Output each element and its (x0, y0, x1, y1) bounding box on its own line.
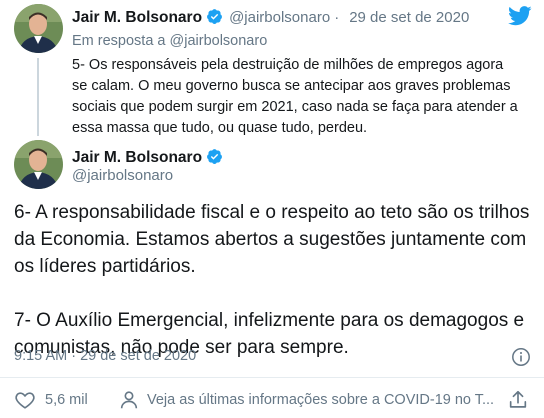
parent-tweet-header: Jair M. Bolsonaro @jairbolsonaro · 29 de se… (72, 8, 469, 29)
tweet-actions-bar: 5,6 mil Veja as últimas informações sobr… (14, 389, 534, 411)
author-name[interactable]: Jair M. Bolsonaro (72, 9, 202, 26)
share-icon[interactable] (507, 389, 529, 415)
main-tweet-text: 6- A responsabilidade fiscal e o respeit… (14, 202, 530, 358)
tweet-embed-card: Jair M. Bolsonaro @jairbolsonaro · 29 de se… (0, 0, 544, 418)
likes-count[interactable]: 5,6 mil (45, 392, 88, 408)
verified-badge-icon (206, 148, 223, 170)
author-handle[interactable]: @jairbolsonaro (229, 9, 330, 26)
separator-dot: · (334, 9, 340, 26)
author-name[interactable]: Jair M. Bolsonaro (72, 149, 202, 166)
parent-tweet[interactable]: Jair M. Bolsonaro @jairbolsonaro · 29 de se… (0, 0, 544, 136)
covid-info-link[interactable]: Veja as últimas informações sobre a COVI… (147, 392, 494, 408)
divider (0, 377, 544, 378)
parent-tweet-text: 5- Os responsáveis pela destruição de mi… (72, 57, 518, 136)
heart-icon[interactable] (14, 389, 36, 415)
tweet-date[interactable]: 29 de set de 2020 (349, 9, 469, 26)
person-icon[interactable] (118, 389, 140, 415)
tweet-timestamp[interactable]: 9:15 AM · 29 de set de 2020 (14, 348, 196, 364)
info-icon[interactable] (511, 347, 531, 372)
thread-connector-line (37, 58, 39, 136)
author-handle[interactable]: @jairbolsonaro (72, 167, 173, 184)
reply-context[interactable]: Em resposta a @jairbolsonaro (72, 33, 267, 49)
avatar[interactable] (14, 4, 63, 53)
twitter-bird-icon[interactable] (508, 6, 532, 31)
avatar[interactable] (14, 140, 63, 189)
verified-badge-icon (206, 8, 223, 29)
